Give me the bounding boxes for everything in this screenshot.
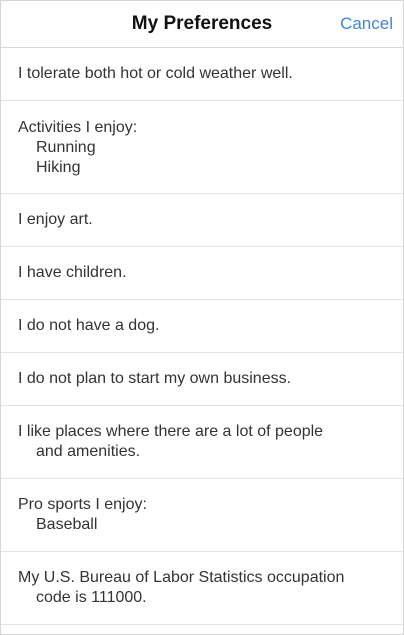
preference-subitem: Running xyxy=(36,139,96,156)
navigation-bar: My Preferences Cancel xyxy=(1,1,403,48)
preference-text: I have children. xyxy=(18,264,127,281)
preference-text-line2: code is 111000. xyxy=(36,589,147,606)
preference-row-dog[interactable]: I do not have a dog. xyxy=(1,300,403,353)
preference-text: I do not plan to start my own business. xyxy=(18,370,292,387)
preference-text: I do not have a dog. xyxy=(18,317,160,334)
preference-heading: Activities I enjoy: xyxy=(18,119,138,136)
preferences-list: I tolerate both hot or cold weather well… xyxy=(1,48,403,625)
preference-heading: Pro sports I enjoy: xyxy=(18,496,147,513)
preference-subitem: Hiking xyxy=(36,159,81,176)
preference-row-children[interactable]: I have children. xyxy=(1,247,403,300)
preference-row-occupation[interactable]: My U.S. Bureau of Labor Statistics occup… xyxy=(1,552,403,625)
preference-text-line1: I like places where there are a lot of p… xyxy=(18,423,324,440)
preference-row-places[interactable]: I like places where there are a lot of p… xyxy=(1,406,403,479)
preference-text-line1: My U.S. Bureau of Labor Statistics occup… xyxy=(18,569,345,586)
preferences-screen: My Preferences Cancel I tolerate both ho… xyxy=(0,0,404,635)
preference-text: I tolerate both hot or cold weather well… xyxy=(18,65,293,82)
preference-row-art[interactable]: I enjoy art. xyxy=(1,194,403,247)
preference-row-pro-sports[interactable]: Pro sports I enjoy: Baseball xyxy=(1,479,403,552)
preference-subitem: Baseball xyxy=(36,516,98,533)
preference-row-business[interactable]: I do not plan to start my own business. xyxy=(1,353,403,406)
preference-text: I enjoy art. xyxy=(18,211,93,228)
preference-text-line2: and amenities. xyxy=(36,443,141,460)
preference-row-activities[interactable]: Activities I enjoy: Running Hiking xyxy=(1,101,403,194)
preference-row-weather[interactable]: I tolerate both hot or cold weather well… xyxy=(1,48,403,101)
cancel-button[interactable]: Cancel xyxy=(340,1,393,47)
